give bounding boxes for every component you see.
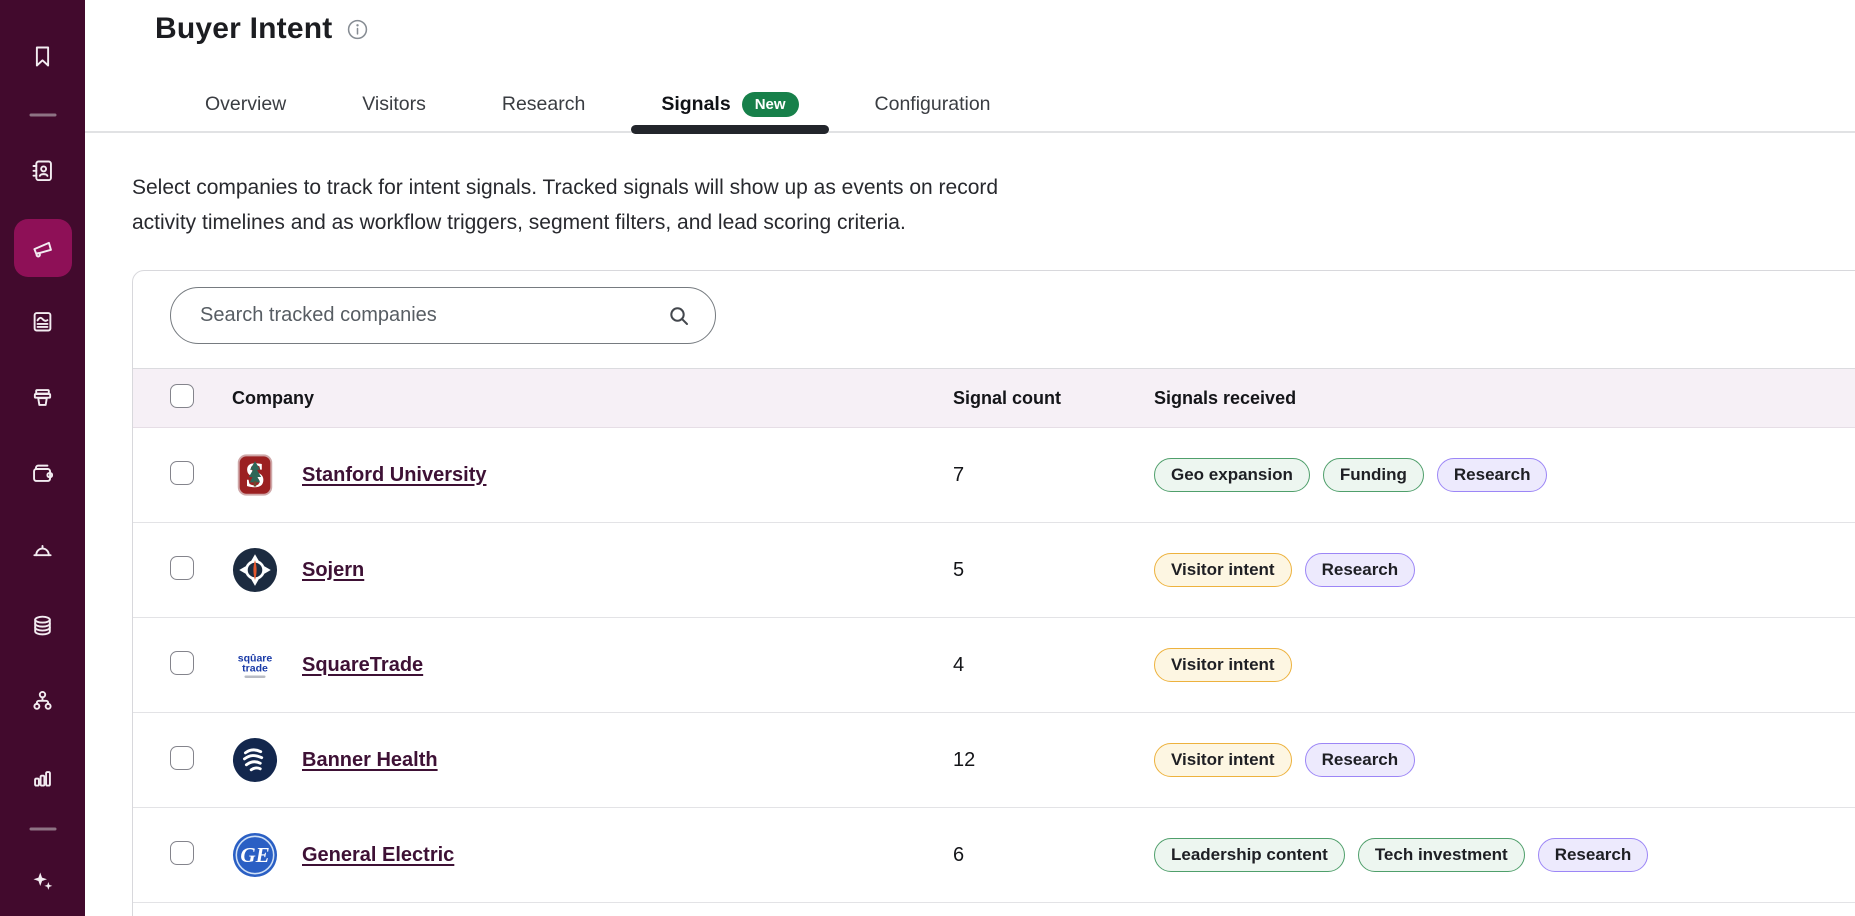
company-link[interactable]: Stanford University: [302, 464, 486, 487]
signal-count: 5: [953, 559, 1154, 582]
buyer-intent-page: Buyer Intent Overview Visitors Research …: [0, 0, 1855, 916]
tab-label: Signals: [661, 93, 730, 116]
company-link[interactable]: General Electric: [302, 844, 454, 867]
svg-text:GE: GE: [240, 843, 269, 867]
sidebar-item-database-icon[interactable]: [25, 607, 61, 643]
row-checkbox[interactable]: [170, 651, 194, 675]
row-checkbox[interactable]: [170, 461, 194, 485]
company-logo-sojern: [232, 547, 278, 593]
sidebar-item-bookmark-icon[interactable]: [25, 38, 61, 74]
company-link[interactable]: Banner Health: [302, 749, 438, 772]
signal-badge: Visitor intent: [1154, 648, 1292, 682]
signal-count: 12: [953, 749, 1154, 772]
company-logo-ge: GE: [232, 832, 278, 878]
table-header-row: Company Signal count Signals received: [133, 368, 1855, 428]
table-body: S Stanford University 7 Geo expansion Fun…: [133, 428, 1855, 903]
search-box: [170, 287, 716, 344]
row-checkbox[interactable]: [170, 746, 194, 770]
table-row: sqûaretrade SquareTrade 4 Visitor intent: [133, 618, 1855, 713]
table-row: GE General Electric 6 Leadership content…: [133, 808, 1855, 903]
signal-badge: Leadership content: [1154, 838, 1345, 872]
sidebar-item-commerce-icon[interactable]: [25, 379, 61, 415]
signal-count: 7: [953, 464, 1154, 487]
svg-text:trade: trade: [242, 663, 268, 675]
signal-badge: Tech investment: [1358, 838, 1525, 872]
signals-received: Visitor intent: [1154, 648, 1855, 682]
signal-count: 4: [953, 654, 1154, 677]
tab-overview[interactable]: Overview: [167, 75, 324, 133]
row-checkbox[interactable]: [170, 556, 194, 580]
tab-visitors[interactable]: Visitors: [324, 75, 464, 133]
tab-label: Research: [502, 93, 585, 116]
company-logo-banner: [232, 737, 278, 783]
new-badge: New: [742, 92, 799, 117]
signal-count: 6: [953, 844, 1154, 867]
sidebar-item-service-bell-icon[interactable]: [25, 532, 61, 568]
sidebar-item-newspaper-icon[interactable]: [25, 303, 61, 339]
tab-label: Configuration: [875, 93, 991, 116]
tab-label: Overview: [205, 93, 286, 116]
company-link[interactable]: SquareTrade: [302, 654, 423, 677]
row-checkbox[interactable]: [170, 841, 194, 865]
company-logo-stanford: S: [232, 452, 278, 498]
column-header-company: Company: [232, 388, 953, 409]
info-icon[interactable]: [346, 18, 369, 41]
sidebar-divider: [29, 828, 56, 831]
tab-research[interactable]: Research: [464, 75, 623, 133]
signal-badge: Geo expansion: [1154, 458, 1310, 492]
page-header: Buyer Intent: [155, 12, 369, 46]
signal-badge: Visitor intent: [1154, 553, 1292, 587]
sidebar-item-workflow-icon[interactable]: [25, 682, 61, 718]
search-input[interactable]: [200, 304, 640, 327]
search-area: [133, 271, 1855, 368]
sidebar-item-bar-chart-icon[interactable]: [25, 759, 61, 795]
tracked-companies-card: Company Signal count Signals received S …: [132, 270, 1855, 916]
signals-received: Visitor intent Research: [1154, 743, 1855, 777]
tab-label: Visitors: [362, 93, 426, 116]
main-nav-sidebar: [0, 0, 85, 916]
sidebar-item-contacts-icon[interactable]: [25, 152, 61, 188]
page-description: Select companies to track for intent sig…: [132, 170, 998, 240]
signal-badge: Research: [1437, 458, 1548, 492]
company-link[interactable]: Sojern: [302, 559, 364, 582]
table-row: Sojern 5 Visitor intent Research: [133, 523, 1855, 618]
tab-bar: Overview Visitors Research Signals New C…: [167, 75, 1029, 133]
signal-badge: Research: [1538, 838, 1649, 872]
tab-configuration[interactable]: Configuration: [837, 75, 1029, 133]
sidebar-item-wallet-icon[interactable]: [25, 455, 61, 491]
signal-badge: Research: [1305, 743, 1416, 777]
search-icon[interactable]: [667, 304, 691, 328]
signal-badge: Research: [1305, 553, 1416, 587]
sidebar-item-ai-sparkle-icon[interactable]: [25, 863, 61, 899]
page-title: Buyer Intent: [155, 12, 332, 46]
signals-received: Leadership content Tech investment Researc…: [1154, 838, 1855, 872]
table-row: S Stanford University 7 Geo expansion Fun…: [133, 428, 1855, 523]
sidebar-divider: [29, 114, 56, 117]
column-header-signal-count: Signal count: [953, 388, 1154, 409]
sidebar-item-megaphone-icon[interactable]: [14, 219, 72, 277]
description-line: Select companies to track for intent sig…: [132, 170, 998, 205]
signal-badge: Funding: [1323, 458, 1424, 492]
signals-received: Geo expansion Funding Research: [1154, 458, 1855, 492]
signal-badge: Visitor intent: [1154, 743, 1292, 777]
column-header-signals-received: Signals received: [1154, 388, 1855, 409]
select-all-checkbox[interactable]: [170, 384, 194, 408]
tab-signals[interactable]: Signals New: [623, 75, 836, 133]
description-line: activity timelines and as workflow trigg…: [132, 205, 998, 240]
table-row: Banner Health 12 Visitor intent Research: [133, 713, 1855, 808]
signals-received: Visitor intent Research: [1154, 553, 1855, 587]
company-logo-squaretrade: sqûaretrade: [232, 642, 278, 688]
